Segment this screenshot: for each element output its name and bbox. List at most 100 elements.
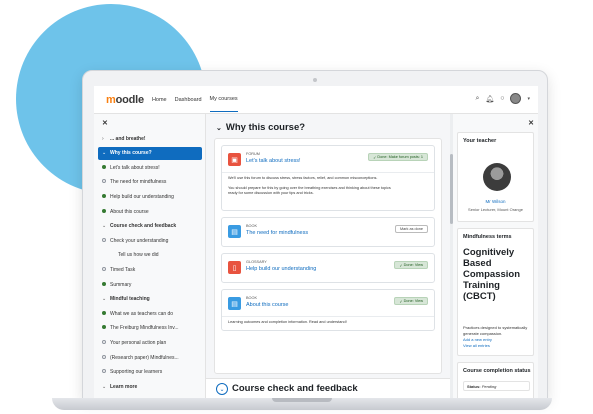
- status-icon: [102, 179, 110, 185]
- activity-card: ▤ BOOK The need for mindfulness Mark as …: [221, 217, 435, 247]
- activity-description: We'll use this forum to discuss stress, …: [228, 176, 428, 197]
- view-entries-link[interactable]: View all entries: [463, 343, 533, 349]
- desc-line: ready for some discussion with your tips…: [228, 191, 314, 195]
- completion-open-icon: [102, 369, 106, 374]
- course-index-label: The Freiburg Mindfulness Inv...: [110, 325, 179, 332]
- badge-text: Done: Make forum posts: 1: [377, 155, 423, 159]
- block-title: Course completion status: [463, 368, 531, 374]
- course-index-item[interactable]: › ... and breathe!: [98, 132, 202, 145]
- activity-card: ▣ FORUM Let's talk about stress! ✓ Done:…: [221, 145, 435, 211]
- mark-as-done-button[interactable]: Mark as done: [394, 225, 428, 233]
- main-content: ⌄ Why this course? ▣ FORUM Let's talk abo…: [206, 114, 450, 398]
- status-icon: [102, 339, 110, 346]
- course-index-item[interactable]: Timed Task: [98, 263, 202, 276]
- course-index-item[interactable]: ⌄ Why this course?: [98, 146, 202, 160]
- close-block-drawer-icon[interactable]: ✕: [528, 119, 534, 127]
- course-index-label: ... and breathe!: [110, 135, 146, 142]
- status-icon: [102, 266, 110, 273]
- activity-description: Learning outcomes and completion informa…: [228, 320, 347, 324]
- close-drawer-icon[interactable]: ✕: [102, 119, 108, 127]
- search-icon[interactable]: ⌕: [475, 95, 479, 103]
- activity-link[interactable]: The need for mindfulness: [246, 230, 308, 236]
- course-index-item[interactable]: About this course: [98, 205, 202, 218]
- course-index-item[interactable]: The Freiburg Mindfulness Inv...: [98, 322, 202, 335]
- course-index-label: About this course: [110, 208, 149, 215]
- chevron-down-icon[interactable]: ⌄: [216, 383, 228, 395]
- course-index-item[interactable]: Check your understanding: [98, 234, 202, 247]
- course-index-item[interactable]: ⌄ Mindful teaching: [98, 293, 202, 306]
- course-index-item[interactable]: Supporting our learners: [98, 366, 202, 379]
- teacher-avatar[interactable]: [483, 163, 511, 191]
- nav-dashboard[interactable]: Dashboard: [175, 88, 202, 112]
- course-index-item[interactable]: ⌄ Course check and feedback: [98, 220, 202, 233]
- add-entry-link[interactable]: Add a new entry: [463, 337, 533, 343]
- badge-text: Done: View: [403, 263, 423, 267]
- activity-link[interactable]: About this course: [246, 302, 289, 308]
- completion-open-icon: [102, 237, 106, 242]
- section-panel: ▣ FORUM Let's talk about stress! ✓ Done:…: [214, 138, 442, 374]
- desc-line: We'll use this forum to discuss stress, …: [228, 176, 378, 180]
- nav-my-courses[interactable]: My courses: [209, 87, 238, 112]
- course-index-item[interactable]: ⌄ Learn more: [98, 380, 202, 393]
- glossary-icon: ▯: [228, 261, 241, 274]
- book-icon: ▤: [228, 297, 241, 310]
- chevron-down-icon[interactable]: ▾: [527, 96, 530, 102]
- block-drawer: ✕ Your teacher Mr Wilson Senior Lecturer…: [453, 114, 538, 398]
- book-icon: ▤: [228, 225, 241, 238]
- nav-home[interactable]: Home: [152, 88, 167, 112]
- next-section-header[interactable]: ⌄ Course check and feedback: [206, 378, 450, 398]
- activity-type: FORUM: [246, 152, 260, 156]
- course-index-item[interactable]: Help build our understanding: [98, 190, 202, 203]
- app-screen: moodle Home Dashboard My courses ⌕ 🔔︎ ○ …: [94, 86, 538, 398]
- section-title[interactable]: ⌄ Why this course?: [216, 122, 305, 133]
- course-index-label: Learn more: [110, 383, 138, 390]
- completion-done-icon: [102, 208, 106, 213]
- activity-type: GLOSSARY: [246, 260, 267, 264]
- course-index-item[interactable]: (Research paper) Mindfulnes...: [98, 351, 202, 364]
- forum-icon: ▣: [228, 153, 241, 166]
- activity-type: BOOK: [246, 296, 257, 300]
- activity-link[interactable]: Help build our understanding: [246, 266, 316, 272]
- course-index-item[interactable]: Your personal action plan: [98, 336, 202, 349]
- course-index-item[interactable]: Let's talk about stress!: [98, 161, 202, 174]
- completion-badge: ✓ Done: View: [394, 261, 428, 269]
- completion-status: Status: Pending: [463, 381, 530, 391]
- course-index-item[interactable]: Summary: [98, 278, 202, 291]
- stage: moodle Home Dashboard My courses ⌕ 🔔︎ ○ …: [0, 0, 593, 414]
- completion-done-icon: [102, 281, 106, 286]
- course-index-label: Help build our understanding: [110, 193, 174, 200]
- course-index-label: Let's talk about stress!: [110, 164, 160, 171]
- completion-block: Course completion status Status: Pending: [457, 362, 534, 398]
- moodle-logo[interactable]: moodle: [106, 94, 144, 106]
- glossary-definition: Practices designed to systematically gen…: [463, 325, 528, 336]
- status-value: Pending: [481, 384, 497, 389]
- completion-done-icon: [102, 193, 106, 198]
- teacher-name-link[interactable]: Mr Wilson: [458, 199, 533, 204]
- completion-done-icon: [102, 325, 106, 330]
- completion-done-icon: [102, 310, 106, 315]
- user-avatar[interactable]: [510, 93, 522, 104]
- course-index-label: Why this course?: [110, 150, 152, 157]
- laptop-notch: [272, 398, 332, 402]
- top-navbar: moodle Home Dashboard My courses ⌕ 🔔︎ ○ …: [94, 86, 538, 114]
- completion-badge: ✓ Done: Make forum posts: 1: [368, 153, 428, 161]
- completion-done-icon: [102, 164, 106, 169]
- course-index-label: The need for mindfulness: [110, 179, 167, 186]
- course-index-item[interactable]: The need for mindfulness: [98, 176, 202, 189]
- chevron-down-icon: ⌄: [102, 383, 107, 390]
- course-index-label: Tell us how we did: [118, 252, 159, 259]
- status-icon: [102, 237, 110, 244]
- course-index-label: Summary: [110, 281, 132, 288]
- section-title-text: Why this course?: [225, 122, 306, 133]
- course-index-label: Check your understanding: [110, 237, 169, 244]
- course-index-label: Timed Task: [110, 266, 136, 273]
- chevron-down-icon[interactable]: ⌄: [216, 125, 222, 132]
- chevron-down-icon: ⌄: [102, 150, 107, 157]
- notification-bell-icon[interactable]: 🔔︎: [485, 95, 494, 103]
- course-index-item[interactable]: What we as teachers can do: [98, 307, 202, 320]
- activity-link[interactable]: Let's talk about stress!: [246, 158, 301, 164]
- teacher-role: Senior Lecturer, Mount Orange: [468, 207, 523, 212]
- course-index-item[interactable]: Tell us how we did: [98, 249, 202, 262]
- messages-icon[interactable]: ○: [500, 95, 504, 102]
- status-icon: [102, 369, 110, 375]
